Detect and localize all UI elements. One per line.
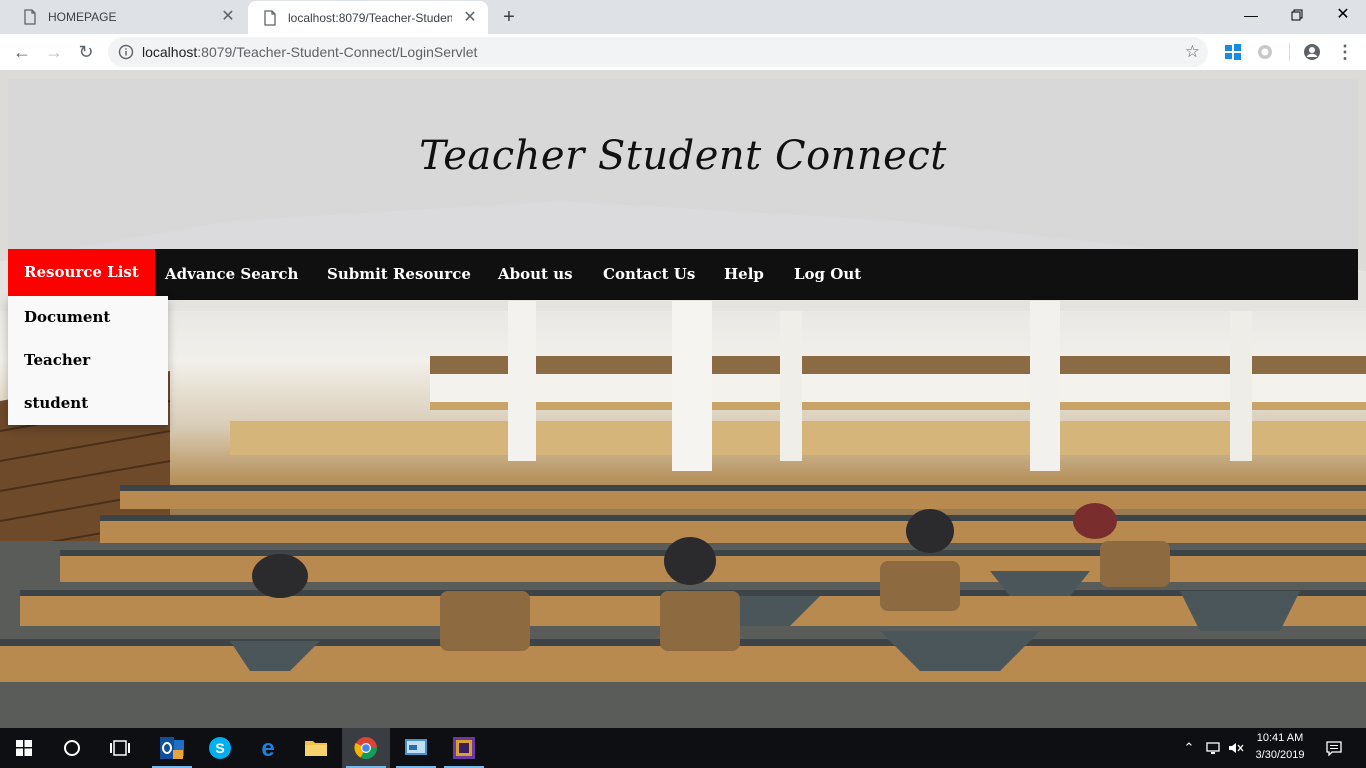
toolbar-divider xyxy=(1289,43,1290,61)
url-path: :8079/Teacher-Student-Connect/LoginServl… xyxy=(197,44,478,60)
address-bar[interactable]: localhost:8079/Teacher-Student-Connect/L… xyxy=(108,37,1208,67)
page-icon xyxy=(24,9,36,25)
nav-about-us[interactable]: About us xyxy=(498,249,573,300)
dropdown-item-document[interactable]: Document xyxy=(24,305,110,329)
windows-extension-icon[interactable] xyxy=(1224,43,1242,61)
start-icon[interactable] xyxy=(0,728,48,768)
reload-icon[interactable]: ↻ xyxy=(72,38,100,66)
extension-circle-icon[interactable] xyxy=(1256,43,1274,61)
cortana-icon[interactable] xyxy=(48,728,96,768)
svg-text:e: e xyxy=(261,736,274,760)
url-text[interactable]: localhost:8079/Teacher-Student-Connect/L… xyxy=(142,37,477,67)
chrome-icon[interactable] xyxy=(342,728,390,768)
bookmark-star-icon[interactable]: ☆ xyxy=(1185,41,1200,63)
back-arrow-icon[interactable]: ← xyxy=(8,38,36,66)
browser-toolbar: ← → ↻ localhost:8079/Teacher-Student-Con… xyxy=(0,34,1366,71)
resource-list-dropdown: Document Teacher student xyxy=(8,296,168,425)
edge-icon[interactable]: e xyxy=(244,728,292,768)
url-host: localhost xyxy=(142,44,198,60)
nav-resource-list[interactable]: Resource List xyxy=(8,249,155,296)
nav-log-out[interactable]: Log Out xyxy=(794,249,861,300)
close-tab-icon[interactable]: ✕ xyxy=(462,9,478,26)
nav-help[interactable]: Help xyxy=(724,249,764,300)
tab-strip: HOMEPAGE ✕ localhost:8079/Teacher-Studen… xyxy=(0,0,1366,34)
dropdown-item-student[interactable]: student xyxy=(24,391,88,415)
outlook-icon[interactable] xyxy=(148,728,196,768)
tab-title: HOMEPAGE xyxy=(48,10,117,24)
forward-arrow-icon[interactable]: → xyxy=(40,38,68,66)
info-icon[interactable] xyxy=(118,44,134,60)
app-icon[interactable] xyxy=(440,728,488,768)
close-tab-icon[interactable]: ✕ xyxy=(220,9,236,25)
site-title: Teacher Student Connect xyxy=(419,133,947,179)
windows-taskbar: S e ⌃ 10:41 AM 3/30/2019 xyxy=(0,728,1366,768)
close-icon[interactable]: ✕ xyxy=(1320,0,1366,30)
main-navbar: Resource List Advance Search Submit Reso… xyxy=(8,249,1358,300)
tab-title: localhost:8079/Teacher-Student-C xyxy=(288,10,452,25)
nav-submit-resource[interactable]: Submit Resource xyxy=(327,249,471,300)
action-center-icon[interactable] xyxy=(1326,740,1342,757)
restore-icon[interactable] xyxy=(1274,0,1320,30)
chevron-up-icon[interactable]: ⌃ xyxy=(1181,740,1197,756)
minimize-icon[interactable]: — xyxy=(1228,0,1274,30)
svg-text:S: S xyxy=(215,740,224,756)
nav-contact-us[interactable]: Contact Us xyxy=(603,249,695,300)
account-icon[interactable] xyxy=(1303,43,1321,61)
tab-teacher-student-connect[interactable]: localhost:8079/Teacher-Student-C ✕ xyxy=(248,1,488,34)
volume-muted-icon[interactable] xyxy=(1228,740,1244,756)
control-panel-icon[interactable] xyxy=(392,728,440,768)
tab-homepage[interactable]: HOMEPAGE ✕ xyxy=(8,0,246,34)
clock-time[interactable]: 10:41 AM xyxy=(1252,732,1308,744)
plus-icon[interactable]: + xyxy=(498,6,520,28)
file-explorer-icon[interactable] xyxy=(292,728,340,768)
skype-icon[interactable]: S xyxy=(196,728,244,768)
dropdown-item-teacher[interactable]: Teacher xyxy=(24,348,90,372)
network-icon[interactable] xyxy=(1205,740,1221,756)
clock-date[interactable]: 3/30/2019 xyxy=(1252,749,1308,761)
page-icon xyxy=(264,9,276,26)
nav-advance-search[interactable]: Advance Search xyxy=(165,249,298,300)
web-page: Teacher Student Connect Resource List Ad… xyxy=(0,71,1366,728)
menu-kebab-icon[interactable]: ⋮ xyxy=(1331,38,1359,66)
task-view-icon[interactable] xyxy=(96,728,144,768)
